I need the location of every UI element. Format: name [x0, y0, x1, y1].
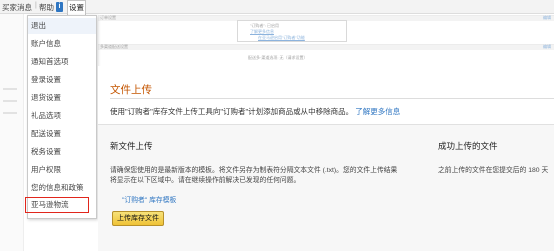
enable-link[interactable]: 在亚马逊启用"订购者"功能	[258, 35, 305, 41]
upload-inventory-file-button[interactable]: 上传库存文件	[112, 211, 164, 226]
template-download-link[interactable]: "订购者" 库存模板	[122, 194, 176, 204]
sidebar-line	[3, 100, 17, 102]
bar-title: 订单设置	[100, 15, 116, 20]
menu-item-notification-preferences[interactable]: 通知首选项	[28, 54, 96, 70]
bar-title: 多渠道配送设置	[100, 44, 128, 49]
menu-item-login-settings[interactable]: 登录设置	[28, 72, 96, 88]
settings-menu-tab[interactable]: 设置	[67, 0, 86, 15]
background-settings-page: 订单设置 编辑 "订购者": 已启用 了解更多信息 在亚马逊启用"订购者"功能 …	[98, 14, 554, 66]
menu-item-gift-options[interactable]: 礼品选项	[28, 108, 96, 124]
edit-link[interactable]: 编辑	[543, 44, 551, 50]
sidebar-line	[3, 88, 17, 90]
page-description: 使用"订购者"库存文件上传工具向"订购者"计划添加商品或从中移除商品。 了解更多…	[110, 106, 400, 117]
menu-item-shipping-settings[interactable]: 配送设置	[28, 126, 96, 142]
settings-dropdown-menu: 退出 账户信息 通知首选项 登录设置 退货设置 礼品选项 配送设置 税务设置 用…	[25, 15, 97, 219]
upload-instructions-line1: 请确保您使用的是最新版本的模板。将文件另存为制表符分隔文本文件 (.txt)。您…	[110, 167, 398, 174]
menu-item-info-and-policies[interactable]: 您的信息和政策	[28, 180, 96, 196]
menu-item-logout[interactable]: 退出	[28, 18, 96, 34]
menu-item-user-permissions[interactable]: 用户权限	[28, 162, 96, 178]
top-navigation-bar: 买家消息 | 帮助 i 设置	[0, 0, 554, 15]
mcf-settings-bar: 多渠道配送设置 编辑	[98, 44, 554, 50]
menu-item-account-info[interactable]: 账户信息	[28, 36, 96, 52]
page-title: 文件上传	[110, 84, 152, 96]
left-sidebar-background	[0, 14, 24, 251]
title-divider	[110, 98, 554, 99]
buyer-messages-link[interactable]: 买家消息	[2, 2, 32, 13]
menu-item-tax-settings[interactable]: 税务设置	[28, 144, 96, 160]
new-upload-heading: 新文件上传	[110, 141, 153, 151]
uploaded-files-text: 之前上传的文件在您提交后的 180 天	[438, 167, 549, 174]
uploaded-files-heading: 成功上传的文件	[438, 141, 498, 151]
sidebar-line	[3, 112, 17, 114]
upload-instructions-line2: 将显示在以下区域中。请在继续操作前解决已发现的任何问题。	[110, 177, 301, 184]
menu-item-return-settings[interactable]: 退货设置	[28, 90, 96, 106]
description-text: 使用"订购者"库存文件上传工具向"订购者"计划添加商品或从中移除商品。	[110, 107, 354, 116]
learn-more-link[interactable]: 了解更多信息	[355, 107, 400, 116]
file-upload-panel: 文件上传 使用"订购者"库存文件上传工具向"订购者"计划添加商品或从中移除商品。…	[98, 66, 554, 251]
menu-item-fba[interactable]: 亚马逊物流	[25, 197, 89, 213]
help-link[interactable]: 帮助	[39, 2, 54, 13]
separator: |	[35, 2, 37, 9]
info-icon[interactable]: i	[56, 2, 63, 12]
mcf-option-text: 配送多·渠道选项: 无（请求设置）	[248, 55, 308, 60]
edit-link[interactable]: 编辑	[543, 15, 551, 21]
